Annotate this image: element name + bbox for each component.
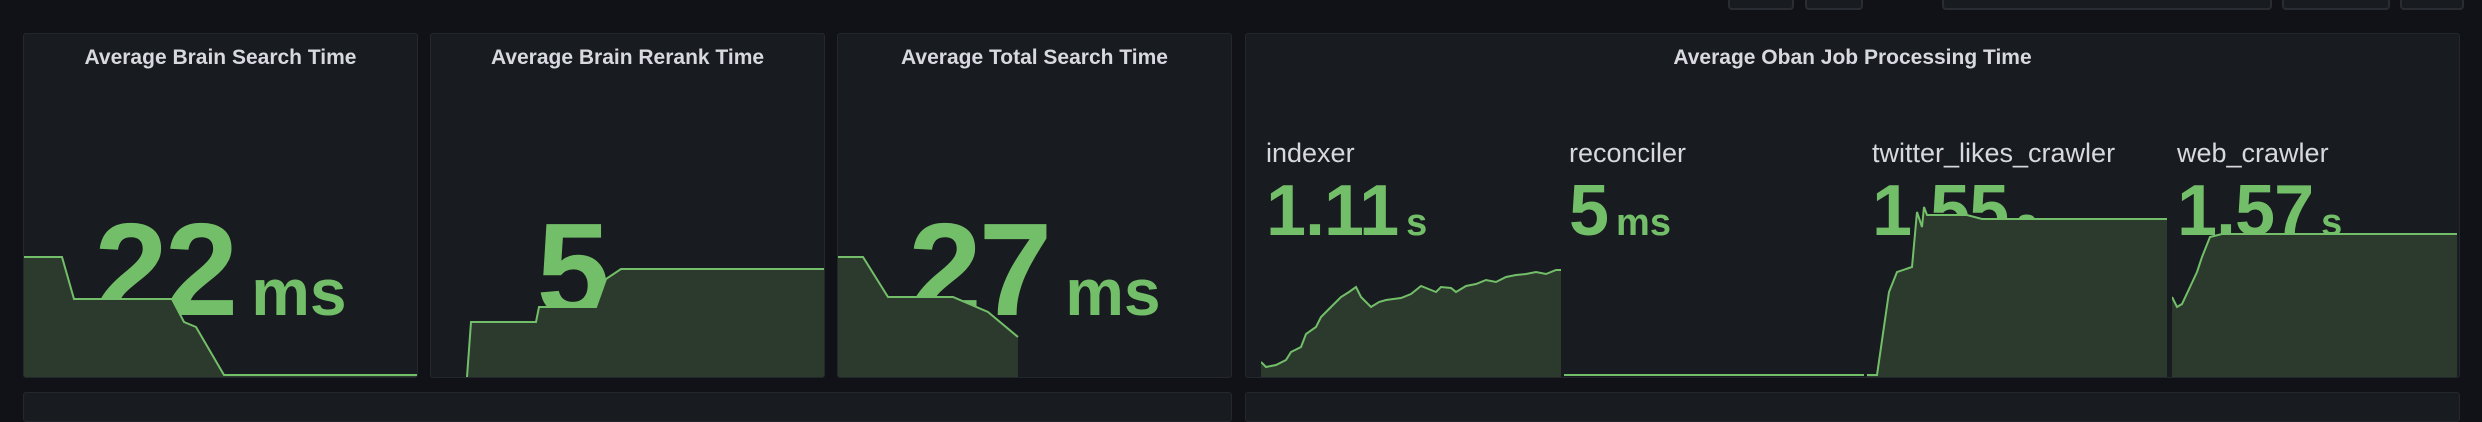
panel-title: Average Total Search Time — [901, 46, 1168, 69]
panel-total-search-time[interactable]: Average Total Search Time 27 ms — [837, 33, 1232, 378]
series-name: reconciler — [1569, 138, 1687, 168]
toolbar-button[interactable] — [1805, 0, 1863, 10]
series-value: 1.11 s — [1266, 171, 1428, 251]
toolbar-button[interactable] — [1728, 0, 1794, 10]
panel-bottom-left[interactable] — [23, 392, 1232, 422]
series-twitter-likes-crawler: twitter_likes_crawler 1.55s — [1867, 104, 2167, 377]
series-name: indexer — [1266, 138, 1355, 168]
series-web-crawler: web_crawler 1.57 s — [2172, 104, 2457, 377]
panel-title: Average Brain Rerank Time — [490, 46, 765, 69]
sparkline — [1261, 269, 1561, 377]
panel-title: Average Brain Search Time — [84, 46, 357, 69]
sparkline — [2172, 233, 2457, 377]
series-name: twitter_likes_crawler — [1872, 138, 2116, 168]
series-value: 5 ms — [1569, 171, 1671, 251]
toolbar-button[interactable] — [2400, 0, 2464, 10]
sparkline — [466, 268, 824, 377]
panel-brain-search-time[interactable]: Average Brain Search Time 22 ms — [23, 33, 418, 378]
sparkline — [838, 256, 1019, 377]
series-reconciler: reconciler 5 ms — [1564, 104, 1864, 377]
time-range-picker[interactable] — [1942, 0, 2272, 10]
refresh-button[interactable] — [2282, 0, 2390, 10]
sparkline — [1564, 374, 1864, 376]
series-indexer: indexer 1.11 s — [1261, 104, 1561, 377]
panel-oban-job-processing-time[interactable]: Average Oban Job Processing Time indexer… — [1245, 33, 2460, 378]
panel-title: Average Oban Job Processing Time — [1673, 46, 2032, 69]
sparkline — [24, 256, 417, 377]
panel-brain-rerank-time[interactable]: Average Brain Rerank Time 5ms — [430, 33, 825, 378]
panel-bottom-right[interactable] — [1245, 392, 2460, 422]
series-name: web_crawler — [2177, 138, 2329, 168]
sparkline — [1867, 206, 2167, 377]
